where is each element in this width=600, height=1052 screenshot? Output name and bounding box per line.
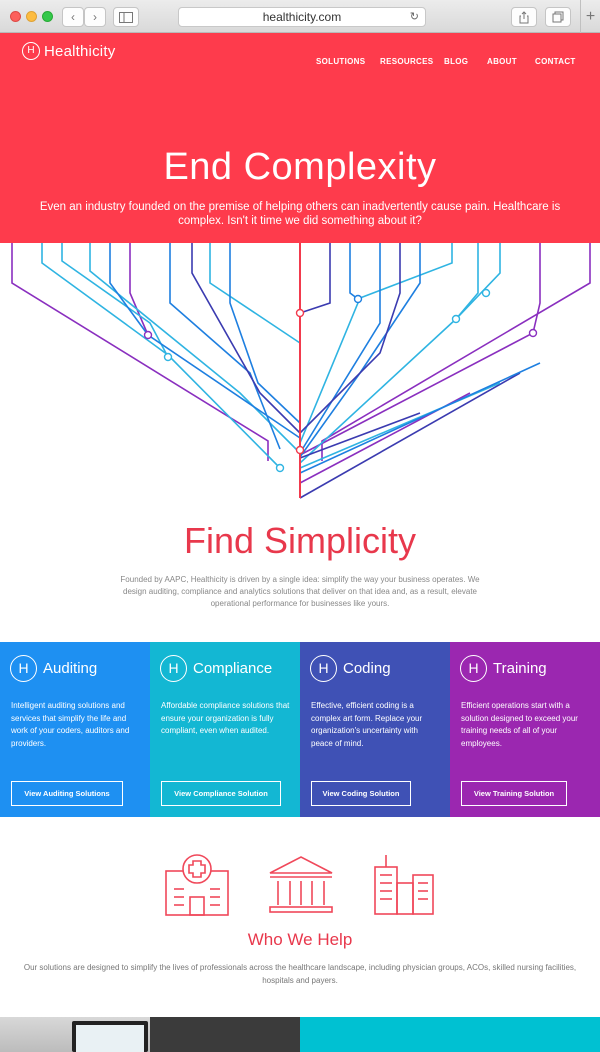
close-window-button[interactable] xyxy=(10,11,21,22)
chevron-right-icon: › xyxy=(93,10,97,24)
city-buildings-icon xyxy=(374,855,434,915)
view-auditing-button[interactable]: View Auditing Solutions xyxy=(11,781,123,806)
tile-text: Affordable compliance solutions that ens… xyxy=(161,701,290,735)
who-we-help-title: Who We Help xyxy=(247,930,353,949)
chevron-left-icon: ‹ xyxy=(71,10,75,24)
tile-text: Intelligent auditing solutions and servi… xyxy=(11,701,130,748)
zoom-window-button[interactable] xyxy=(42,11,53,22)
cyan-panel xyxy=(300,1017,600,1052)
intro-text: Founded by AAPC, Healthicity is driven b… xyxy=(120,575,480,608)
healthicity-h-icon: H xyxy=(10,655,37,682)
solution-tile-coding: H Coding Effective, efficient coding is … xyxy=(300,642,450,817)
laptop-screen-image xyxy=(72,1021,148,1052)
url-text: healthicity.com xyxy=(262,10,342,24)
share-icon xyxy=(519,11,529,24)
solution-tile-auditing: H Auditing Intelligent auditing solution… xyxy=(0,642,150,817)
tile-title: Compliance xyxy=(193,660,273,677)
view-coding-button[interactable]: View Coding Solution xyxy=(311,781,411,806)
photo-background xyxy=(150,1017,300,1052)
hero-title: End Complexity xyxy=(163,146,437,188)
address-bar[interactable]: healthicity.com ↻ xyxy=(178,7,426,27)
nav-item-blog[interactable]: BLOG xyxy=(444,57,468,66)
laptop-photo xyxy=(0,1017,300,1052)
back-button[interactable]: ‹ xyxy=(62,7,84,27)
intro-title: Find Simplicity xyxy=(183,520,417,561)
view-training-button[interactable]: View Training Solution xyxy=(461,781,567,806)
tile-title: Training xyxy=(493,660,547,677)
nav-item-resources[interactable]: RESOURCES xyxy=(380,57,433,66)
logo[interactable]: H Healthicity xyxy=(22,42,115,60)
bank-icon xyxy=(269,856,333,913)
solution-tile-training: H Training Efficient operations start wi… xyxy=(450,642,600,817)
sidebar-toggle-button[interactable] xyxy=(113,7,139,27)
sidebar-icon xyxy=(119,12,133,23)
hero-section: H Healthicity SOLUTIONS RESOURCES BLOG A… xyxy=(0,33,600,243)
healthicity-h-icon: H xyxy=(160,655,187,682)
tile-title: Auditing xyxy=(43,660,98,677)
logo-mark-icon: H xyxy=(22,42,40,60)
solution-tile-compliance: H Compliance Affordable compliance solut… xyxy=(150,642,300,817)
plus-icon: + xyxy=(585,8,596,25)
minimize-window-button[interactable] xyxy=(26,11,37,22)
reload-icon[interactable]: ↻ xyxy=(410,8,419,26)
nav-item-contact[interactable]: CONTACT xyxy=(535,57,576,66)
converging-lines-illustration xyxy=(11,243,591,499)
new-tab-button[interactable]: + xyxy=(580,0,600,33)
tile-text: Efficient operations start with a soluti… xyxy=(461,701,578,748)
hospital-icon xyxy=(165,854,229,916)
who-we-help-icons xyxy=(165,854,434,916)
tabs-icon xyxy=(552,11,564,23)
share-button[interactable] xyxy=(511,7,537,27)
forward-button[interactable]: › xyxy=(84,7,106,27)
tabs-overview-button[interactable] xyxy=(545,7,571,27)
healthicity-h-icon: H xyxy=(460,655,487,682)
hero-subtitle: Even an industry founded on the premise … xyxy=(39,201,561,227)
tile-text: Effective, efficient coding is a complex… xyxy=(311,701,423,748)
who-we-help-text: Our solutions are designed to simplify t… xyxy=(23,963,577,985)
nav-item-solutions[interactable]: SOLUTIONS xyxy=(316,57,365,66)
view-compliance-button[interactable]: View Compliance Solution xyxy=(161,781,281,806)
nav-item-about[interactable]: ABOUT xyxy=(487,57,517,66)
tile-title: Coding xyxy=(343,660,391,677)
browser-toolbar: ‹ › healthicity.com ↻ + xyxy=(0,0,600,33)
logo-text: Healthicity xyxy=(44,42,116,60)
healthicity-h-icon: H xyxy=(310,655,337,682)
